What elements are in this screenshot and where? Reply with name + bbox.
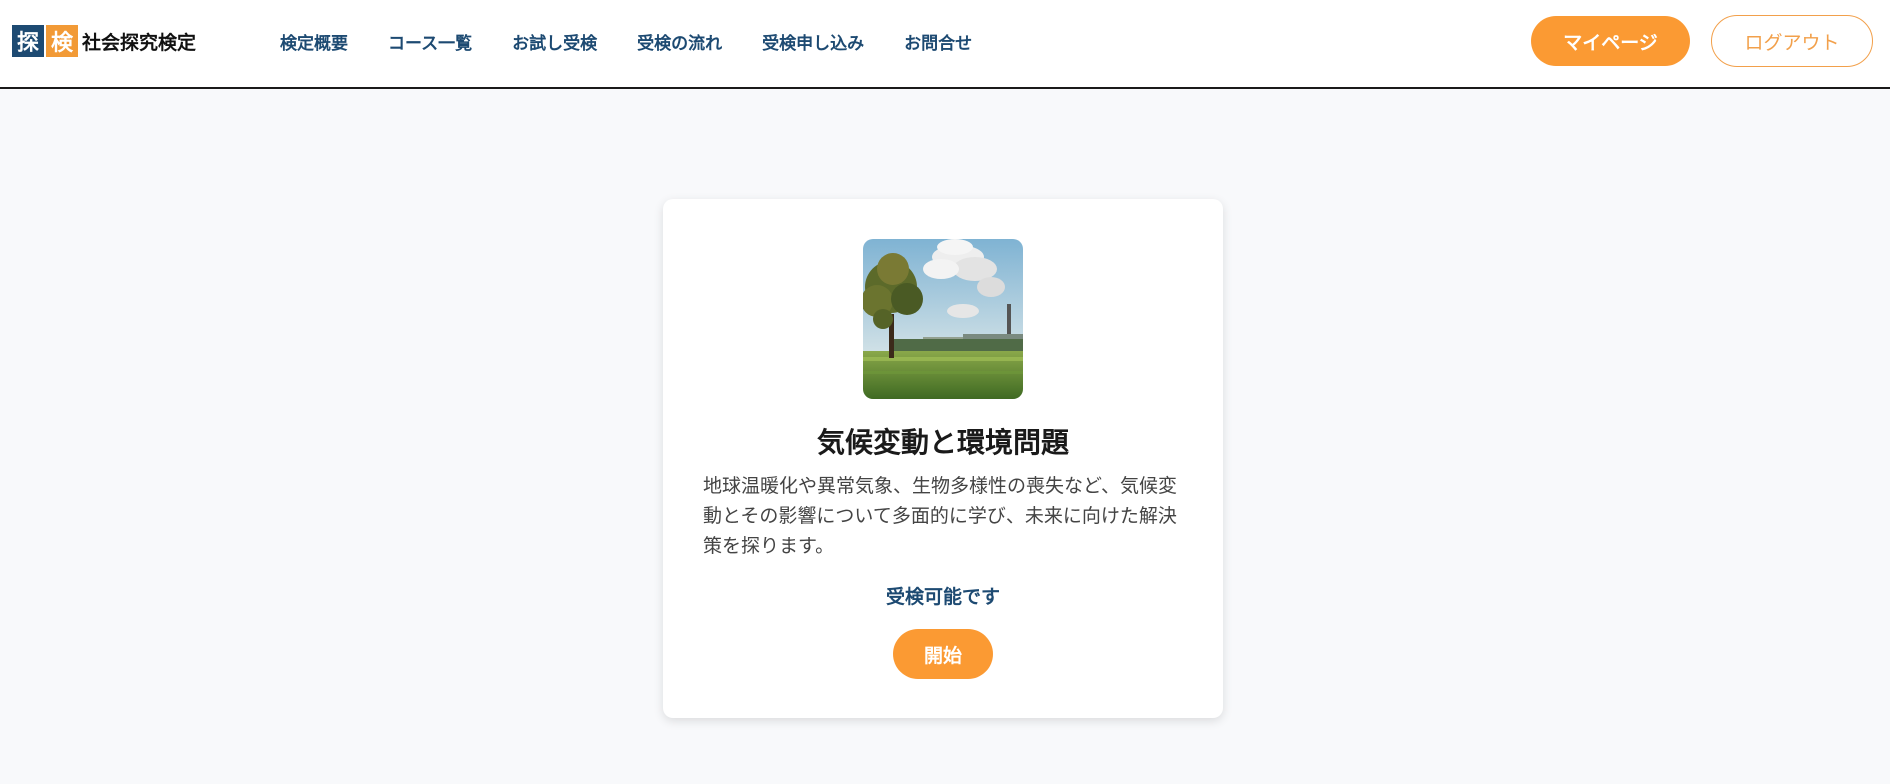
site-logo[interactable]: 探 検 社会探究検定	[12, 25, 196, 57]
course-card: 気候変動と環境問題 地球温暖化や異常気象、生物多様性の喪失など、気候変動とその影…	[663, 199, 1223, 718]
course-title: 気候変動と環境問題	[816, 426, 1069, 459]
mypage-button[interactable]: マイページ	[1531, 16, 1690, 66]
site-header: 探 検 社会探究検定 検定概要 コース一覧 お試し受検 受検の流れ 受検申し込み…	[0, 0, 1890, 89]
nav-item-courses[interactable]: コース一覧	[388, 29, 472, 54]
nav-item-flow[interactable]: 受検の流れ	[637, 29, 722, 54]
logout-button[interactable]: ログアウト	[1711, 15, 1873, 67]
main-nav: 検定概要 コース一覧 お試し受検 受検の流れ 受検申し込み お問合せ	[280, 29, 1012, 54]
nav-item-trial[interactable]: お試し受検	[512, 29, 597, 54]
logo-text: 社会探究検定	[82, 31, 197, 54]
course-status: 受検可能です	[885, 586, 1000, 608]
nav-item-apply[interactable]: 受検申し込み	[762, 29, 864, 54]
start-button[interactable]: 開始	[893, 629, 993, 679]
logo-mark-ken: 検	[46, 25, 78, 57]
course-thumbnail	[863, 239, 1023, 399]
nav-item-overview[interactable]: 検定概要	[280, 29, 348, 54]
course-description: 地球温暖化や異常気象、生物多様性の喪失など、気候変動とその影響について多面的に学…	[703, 475, 1178, 557]
climate-factory-photo-icon	[863, 239, 1023, 399]
nav-item-contact[interactable]: お問合せ	[904, 29, 972, 54]
logo-mark-tan: 探	[12, 25, 44, 57]
